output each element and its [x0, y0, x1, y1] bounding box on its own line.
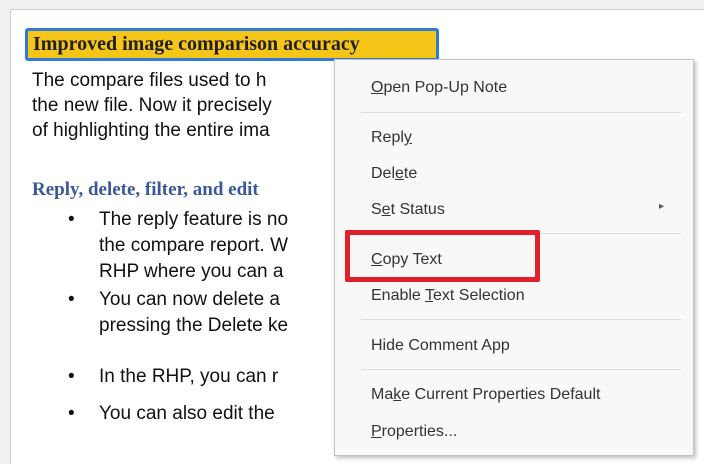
section-heading: Improved image comparison accuracy [25, 28, 439, 61]
bullet-line: You can also edit the [99, 403, 275, 424]
bullet-icon: • [68, 366, 75, 387]
menu-item-make-current-properties-default[interactable]: Make Current Properties Default [371, 386, 600, 404]
bullet-item: In the RHP, you can r [99, 364, 278, 390]
menu-item-hide-comment-app[interactable]: Hide Comment App [371, 337, 510, 355]
subheading: Reply, delete, filter, and edit [32, 179, 259, 200]
annotation-highlight-box [345, 230, 540, 282]
menu-item-set-status[interactable]: Set Status [371, 201, 445, 219]
menu-item-reply[interactable]: Reply [371, 129, 412, 147]
menu-separator [361, 369, 681, 370]
bullet-item: You can now delete a pressing the Delete… [99, 287, 288, 339]
bullet-line: The reply feature is no [99, 209, 289, 230]
menu-item-enable-text-selection[interactable]: Enable Text Selection [371, 287, 525, 305]
bullet-icon: • [68, 209, 75, 230]
bullet-line: the compare report. W [99, 235, 289, 256]
bullet-line: RHP where you can a [99, 261, 284, 282]
menu-item-delete[interactable]: Delete [371, 165, 417, 183]
bullet-icon: • [68, 289, 75, 310]
paragraph-line: The compare files used to h [32, 70, 267, 91]
paragraph-line: of highlighting the entire ima [32, 120, 270, 141]
submenu-arrow-icon: ▸ [659, 201, 665, 212]
bullet-icon: • [68, 403, 75, 424]
menu-separator [361, 112, 681, 113]
menu-separator [361, 319, 681, 320]
menu-item-properties[interactable]: Properties... [371, 423, 457, 441]
bullet-line: You can now delete a [99, 289, 281, 310]
menu-item-open-popup-note[interactable]: Open Pop-Up Note [371, 79, 507, 97]
paragraph: The compare files used to h the new file… [32, 68, 272, 143]
bullet-line: pressing the Delete ke [99, 315, 289, 336]
bullet-item: You can also edit the [99, 401, 275, 427]
paragraph-line: the new file. Now it precisely [32, 95, 272, 116]
bullet-line: In the RHP, you can r [99, 366, 279, 387]
bullet-item: The reply feature is no the compare repo… [99, 207, 288, 285]
